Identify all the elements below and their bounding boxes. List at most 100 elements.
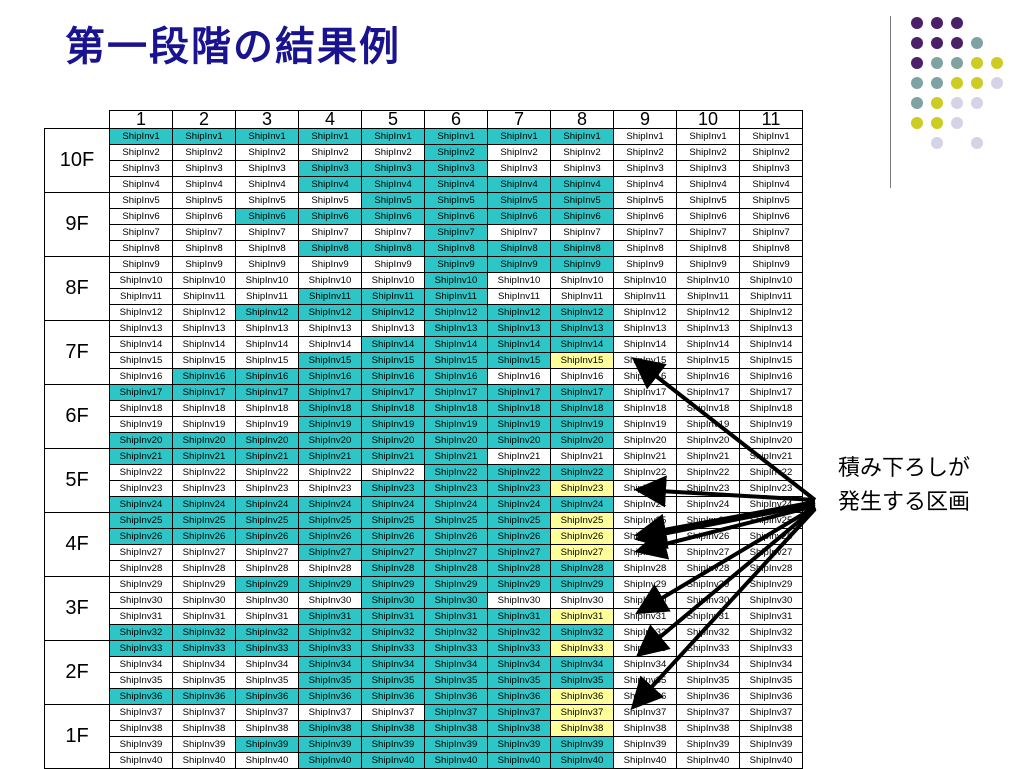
grid-cell: ShipInv38 [424, 720, 488, 737]
grid-cell: ShipInv7 [739, 224, 803, 241]
grid-cell: ShipInv38 [487, 720, 551, 737]
grid-cell: ShipInv10 [739, 272, 803, 289]
grid-cell: ShipInv35 [298, 672, 362, 689]
grid-cell: ShipInv29 [298, 576, 362, 593]
grid-cell: ShipInv23 [487, 480, 551, 497]
grid-cell: ShipInv6 [487, 208, 551, 225]
grid-cell: ShipInv33 [172, 640, 236, 657]
grid-cell: ShipInv27 [235, 544, 299, 561]
grid-cell: ShipInv16 [109, 368, 173, 385]
grid-cell: ShipInv11 [550, 288, 614, 305]
table-row: ShipInv18 ShipInv18 ShipInv18 ShipInv18 Ship… [45, 400, 803, 417]
grid-cell: ShipInv16 [172, 368, 236, 385]
table-row: ShipInv4 ShipInv4 ShipInv4 ShipInv4 ShipInv4… [45, 176, 803, 193]
grid-cell: ShipInv20 [172, 432, 236, 449]
grid-cell: ShipInv22 [613, 464, 677, 481]
grid-cell: ShipInv35 [487, 672, 551, 689]
grid-cell: ShipInv30 [613, 592, 677, 609]
grid-cell: ShipInv9 [676, 256, 740, 273]
grid-cell: ShipInv23 [172, 480, 236, 497]
table-row: ShipInv26 ShipInv26 ShipInv26 ShipInv26 Ship… [45, 528, 803, 545]
grid-cell: ShipInv17 [424, 384, 488, 401]
column-header-2: 2 [172, 110, 236, 129]
grid-cell: ShipInv6 [613, 208, 677, 225]
column-header-4: 4 [298, 110, 362, 129]
grid-cell: ShipInv27 [424, 544, 488, 561]
grid-cell: ShipInv12 [739, 304, 803, 321]
grid-cell: ShipInv6 [235, 208, 299, 225]
grid-cell: ShipInv4 [172, 176, 236, 193]
grid-cell: ShipInv23 [613, 480, 677, 497]
grid-cell: ShipInv1 [613, 128, 677, 145]
grid-cell: ShipInv7 [676, 224, 740, 241]
grid-cell: ShipInv8 [298, 240, 362, 257]
grid-cell: ShipInv3 [550, 160, 614, 177]
grid-cell: ShipInv21 [298, 448, 362, 465]
grid-cell: ShipInv24 [109, 496, 173, 513]
grid-cell: ShipInv1 [424, 128, 488, 145]
grid-cell: ShipInv6 [739, 208, 803, 225]
grid-cell: ShipInv24 [235, 496, 299, 513]
grid-cell: ShipInv17 [613, 384, 677, 401]
grid-cell: ShipInv20 [613, 432, 677, 449]
grid-cell: ShipInv18 [109, 400, 173, 417]
grid-cell: ShipInv30 [298, 592, 362, 609]
allocation-grid: 1 2 3 4 5 6 7 8 9 10 11 10F ShipInv1 ShipInv1 ShipInv1… [44, 110, 803, 769]
grid-cell: ShipInv29 [550, 576, 614, 593]
grid-cell: ShipInv37 [550, 704, 614, 721]
grid-cell: ShipInv14 [487, 336, 551, 353]
column-header-11: 11 [739, 110, 803, 129]
table-row: ShipInv31 ShipInv31 ShipInv31 ShipInv31 Ship… [45, 608, 803, 625]
grid-cell: ShipInv31 [739, 608, 803, 625]
dot-row-7 [931, 137, 983, 149]
table-row: ShipInv40 ShipInv40 ShipInv40 ShipInv40 Ship… [45, 752, 803, 769]
grid-cell: ShipInv1 [550, 128, 614, 145]
slide-title: 第一段階の結果例 [65, 24, 401, 70]
grid-cell: ShipInv21 [424, 448, 488, 465]
grid-cell: ShipInv15 [109, 352, 173, 369]
grid-cell: ShipInv11 [424, 288, 488, 305]
grid-cell: ShipInv8 [550, 240, 614, 257]
grid-cell: ShipInv9 [109, 256, 173, 273]
grid-cell: ShipInv27 [109, 544, 173, 561]
grid-cell: ShipInv36 [172, 688, 236, 705]
grid-cell: ShipInv39 [424, 736, 488, 753]
grid-cell: ShipInv9 [424, 256, 488, 273]
grid-cell: ShipInv34 [550, 656, 614, 673]
grid-cell: ShipInv20 [235, 432, 299, 449]
grid-cell: ShipInv4 [613, 176, 677, 193]
grid-cell: ShipInv10 [172, 272, 236, 289]
grid-cell: ShipInv22 [676, 464, 740, 481]
grid-cell: ShipInv32 [676, 624, 740, 641]
grid-cell: ShipInv24 [298, 496, 362, 513]
grid-cell: ShipInv22 [109, 464, 173, 481]
grid-cell: ShipInv37 [613, 704, 677, 721]
grid-cell: ShipInv34 [739, 656, 803, 673]
decorative-dot-grid [911, 17, 1003, 149]
grid-cell: ShipInv20 [361, 432, 425, 449]
grid-cell: ShipInv13 [361, 320, 425, 337]
dot-row-6 [911, 117, 963, 129]
grid-cell: ShipInv19 [361, 416, 425, 433]
dot-row-3 [911, 57, 1003, 69]
grid-cell: ShipInv7 [424, 224, 488, 241]
grid-cell: ShipInv33 [361, 640, 425, 657]
grid-cell: ShipInv18 [550, 400, 614, 417]
grid-cell: ShipInv28 [487, 560, 551, 577]
floor-label-7f: 7F [44, 320, 110, 385]
floor-label-4f: 4F [44, 512, 110, 577]
grid-cell: ShipInv14 [235, 336, 299, 353]
grid-cell: ShipInv10 [424, 272, 488, 289]
grid-cell: ShipInv33 [739, 640, 803, 657]
grid-cell: ShipInv8 [676, 240, 740, 257]
grid-cell: ShipInv2 [172, 144, 236, 161]
grid-cell: ShipInv29 [487, 576, 551, 593]
table-row: ShipInv10 ShipInv10 ShipInv10 ShipInv10 Ship… [45, 272, 803, 289]
grid-cell: ShipInv7 [172, 224, 236, 241]
dot-row-1 [911, 17, 963, 29]
table-row: 2F ShipInv33 ShipInv33 ShipInv33 ShipInv33 Sh… [44, 640, 803, 705]
grid-cell: ShipInv10 [361, 272, 425, 289]
table-row: ShipInv27 ShipInv27 ShipInv27 ShipInv27 Ship… [45, 544, 803, 561]
table-row: ShipInv14 ShipInv14 ShipInv14 ShipInv14 Ship… [45, 336, 803, 353]
grid-cell: ShipInv29 [172, 576, 236, 593]
